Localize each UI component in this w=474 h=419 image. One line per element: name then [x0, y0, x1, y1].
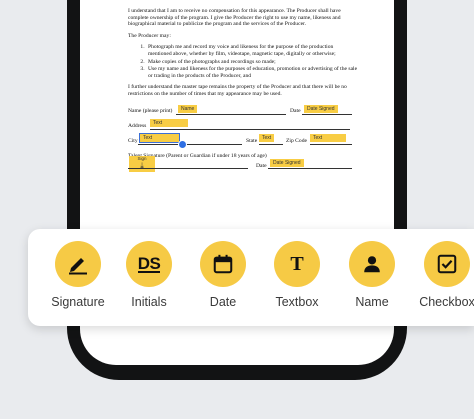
name-tool-circle	[349, 241, 395, 287]
date2-line	[268, 167, 352, 169]
doc-list-item: Make copies of the photographs and recor…	[146, 59, 358, 66]
text-icon: T	[290, 252, 304, 275]
signature-tool-circle	[55, 241, 101, 287]
download-arrow-icon: ⤓	[140, 161, 144, 171]
person-icon	[364, 256, 380, 273]
calendar-icon	[213, 254, 233, 274]
state-text-tag[interactable]: Text	[259, 133, 275, 142]
name-tool-button[interactable]: Name	[337, 241, 407, 309]
initials-tool-circle: DS	[126, 241, 172, 287]
initials-tool-button[interactable]: DS Initials	[114, 241, 184, 309]
checkbox-icon	[437, 254, 457, 274]
release-form-document: I understand that I am to receive no com…	[128, 8, 358, 172]
city-line	[138, 143, 242, 145]
date-tool-button[interactable]: Date	[188, 241, 258, 309]
date-line	[302, 113, 352, 115]
textbox-tool-circle: T	[274, 241, 320, 287]
date-signed-tag-2[interactable]: Date Signed	[270, 158, 304, 167]
sign-field-tag[interactable]: Sign ⤓	[129, 155, 155, 172]
name-label: Name (please print)	[128, 107, 173, 114]
zip-line	[310, 143, 352, 145]
field-toolbar: Signature DS Initials Date T Textbox Nam…	[28, 229, 474, 326]
state-label: State	[246, 137, 258, 144]
textbox-tool-button[interactable]: T Textbox	[262, 241, 332, 309]
pen-icon	[69, 258, 87, 275]
name-field-tag[interactable]: Name	[178, 104, 198, 113]
date2-label: Date	[256, 162, 267, 169]
date-signed-tag[interactable]: Date Signed	[304, 104, 338, 113]
talent-sig-line	[128, 167, 248, 169]
textbox-label: Textbox	[275, 295, 319, 309]
date-label: Date	[290, 107, 301, 114]
doc-paragraph-3: I further understand the master tape rem…	[128, 84, 347, 97]
state-line	[259, 143, 283, 145]
city-row: City Text State Text Zip Code Text	[128, 132, 358, 149]
city-text-tag[interactable]: Text	[139, 132, 180, 143]
initials-icon: DS	[137, 253, 161, 273]
checkbox-tool-circle	[424, 241, 470, 287]
doc-paragraph-1: I understand that I am to receive no com…	[128, 8, 341, 28]
address-line	[150, 128, 350, 130]
zip-text-tag[interactable]: Text	[310, 133, 346, 142]
address-label: Address	[128, 122, 147, 129]
name-label-tool: Name	[355, 295, 389, 309]
doc-paragraph-2: The Producer may:	[128, 32, 171, 39]
doc-list-item: Use my name and likeness for the purpose…	[146, 66, 358, 79]
signature-tool-button[interactable]: Signature	[43, 241, 113, 309]
checkbox-tool-button[interactable]: Checkbox	[412, 241, 474, 309]
date-tool-circle	[200, 241, 246, 287]
zip-label: Zip Code	[286, 137, 307, 144]
doc-list: Photograph me and record my voice and li…	[128, 44, 358, 79]
sign-tag-label: Sign	[137, 155, 147, 161]
city-label: City	[128, 137, 138, 144]
name-line	[176, 113, 286, 115]
doc-list-item: Photograph me and record my voice and li…	[146, 44, 358, 57]
address-row: Address Text	[128, 118, 358, 133]
signature-label: Signature	[51, 295, 105, 309]
initials-label: Initials	[131, 295, 167, 309]
name-row: Name (please print) Name Date Date Signe…	[128, 103, 358, 118]
address-text-tag[interactable]: Text	[150, 118, 188, 127]
talent-sig-row: Talent Signature (Parent or Guardian if …	[128, 148, 358, 172]
date-label-tool: Date	[209, 295, 237, 309]
checkbox-label: Checkbox	[419, 295, 474, 309]
